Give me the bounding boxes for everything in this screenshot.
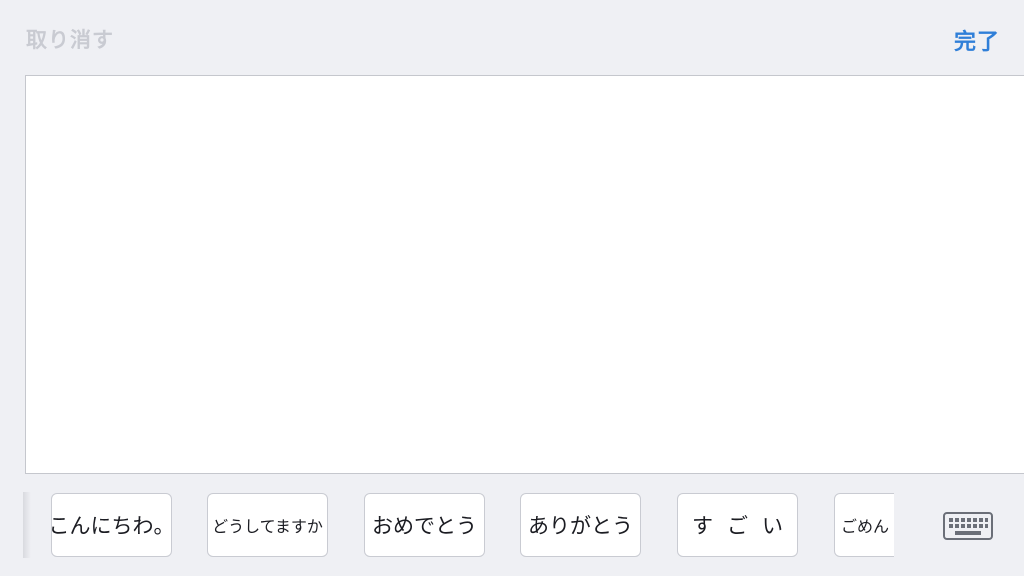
phrase-arigatou[interactable]: ありがとう <box>520 493 641 557</box>
keyboard-button[interactable] <box>942 511 994 541</box>
done-button[interactable]: 完了 <box>954 24 1000 56</box>
keyboard-icon <box>943 512 993 540</box>
handwriting-input-screen: 取り消す 完了 こんにちわ。 どうしてますか おめでとう ありがとう すごい ご… <box>0 0 1024 576</box>
phrase-gomen[interactable]: ごめん <box>834 493 894 557</box>
handwriting-canvas[interactable] <box>25 75 1024 474</box>
phrase-doushitemasuka[interactable]: どうしてますか <box>207 493 328 557</box>
phrase-konnichiwa[interactable]: こんにちわ。 <box>51 493 172 557</box>
top-toolbar: 取り消す 完了 <box>0 0 1024 70</box>
phrase-suggestion-strip[interactable]: こんにちわ。 どうしてますか おめでとう ありがとう すごい ごめん <box>30 490 894 562</box>
phrase-sugoi[interactable]: すごい <box>677 493 798 557</box>
phrase-omedetou[interactable]: おめでとう <box>364 493 485 557</box>
undo-button[interactable]: 取り消す <box>26 24 114 54</box>
